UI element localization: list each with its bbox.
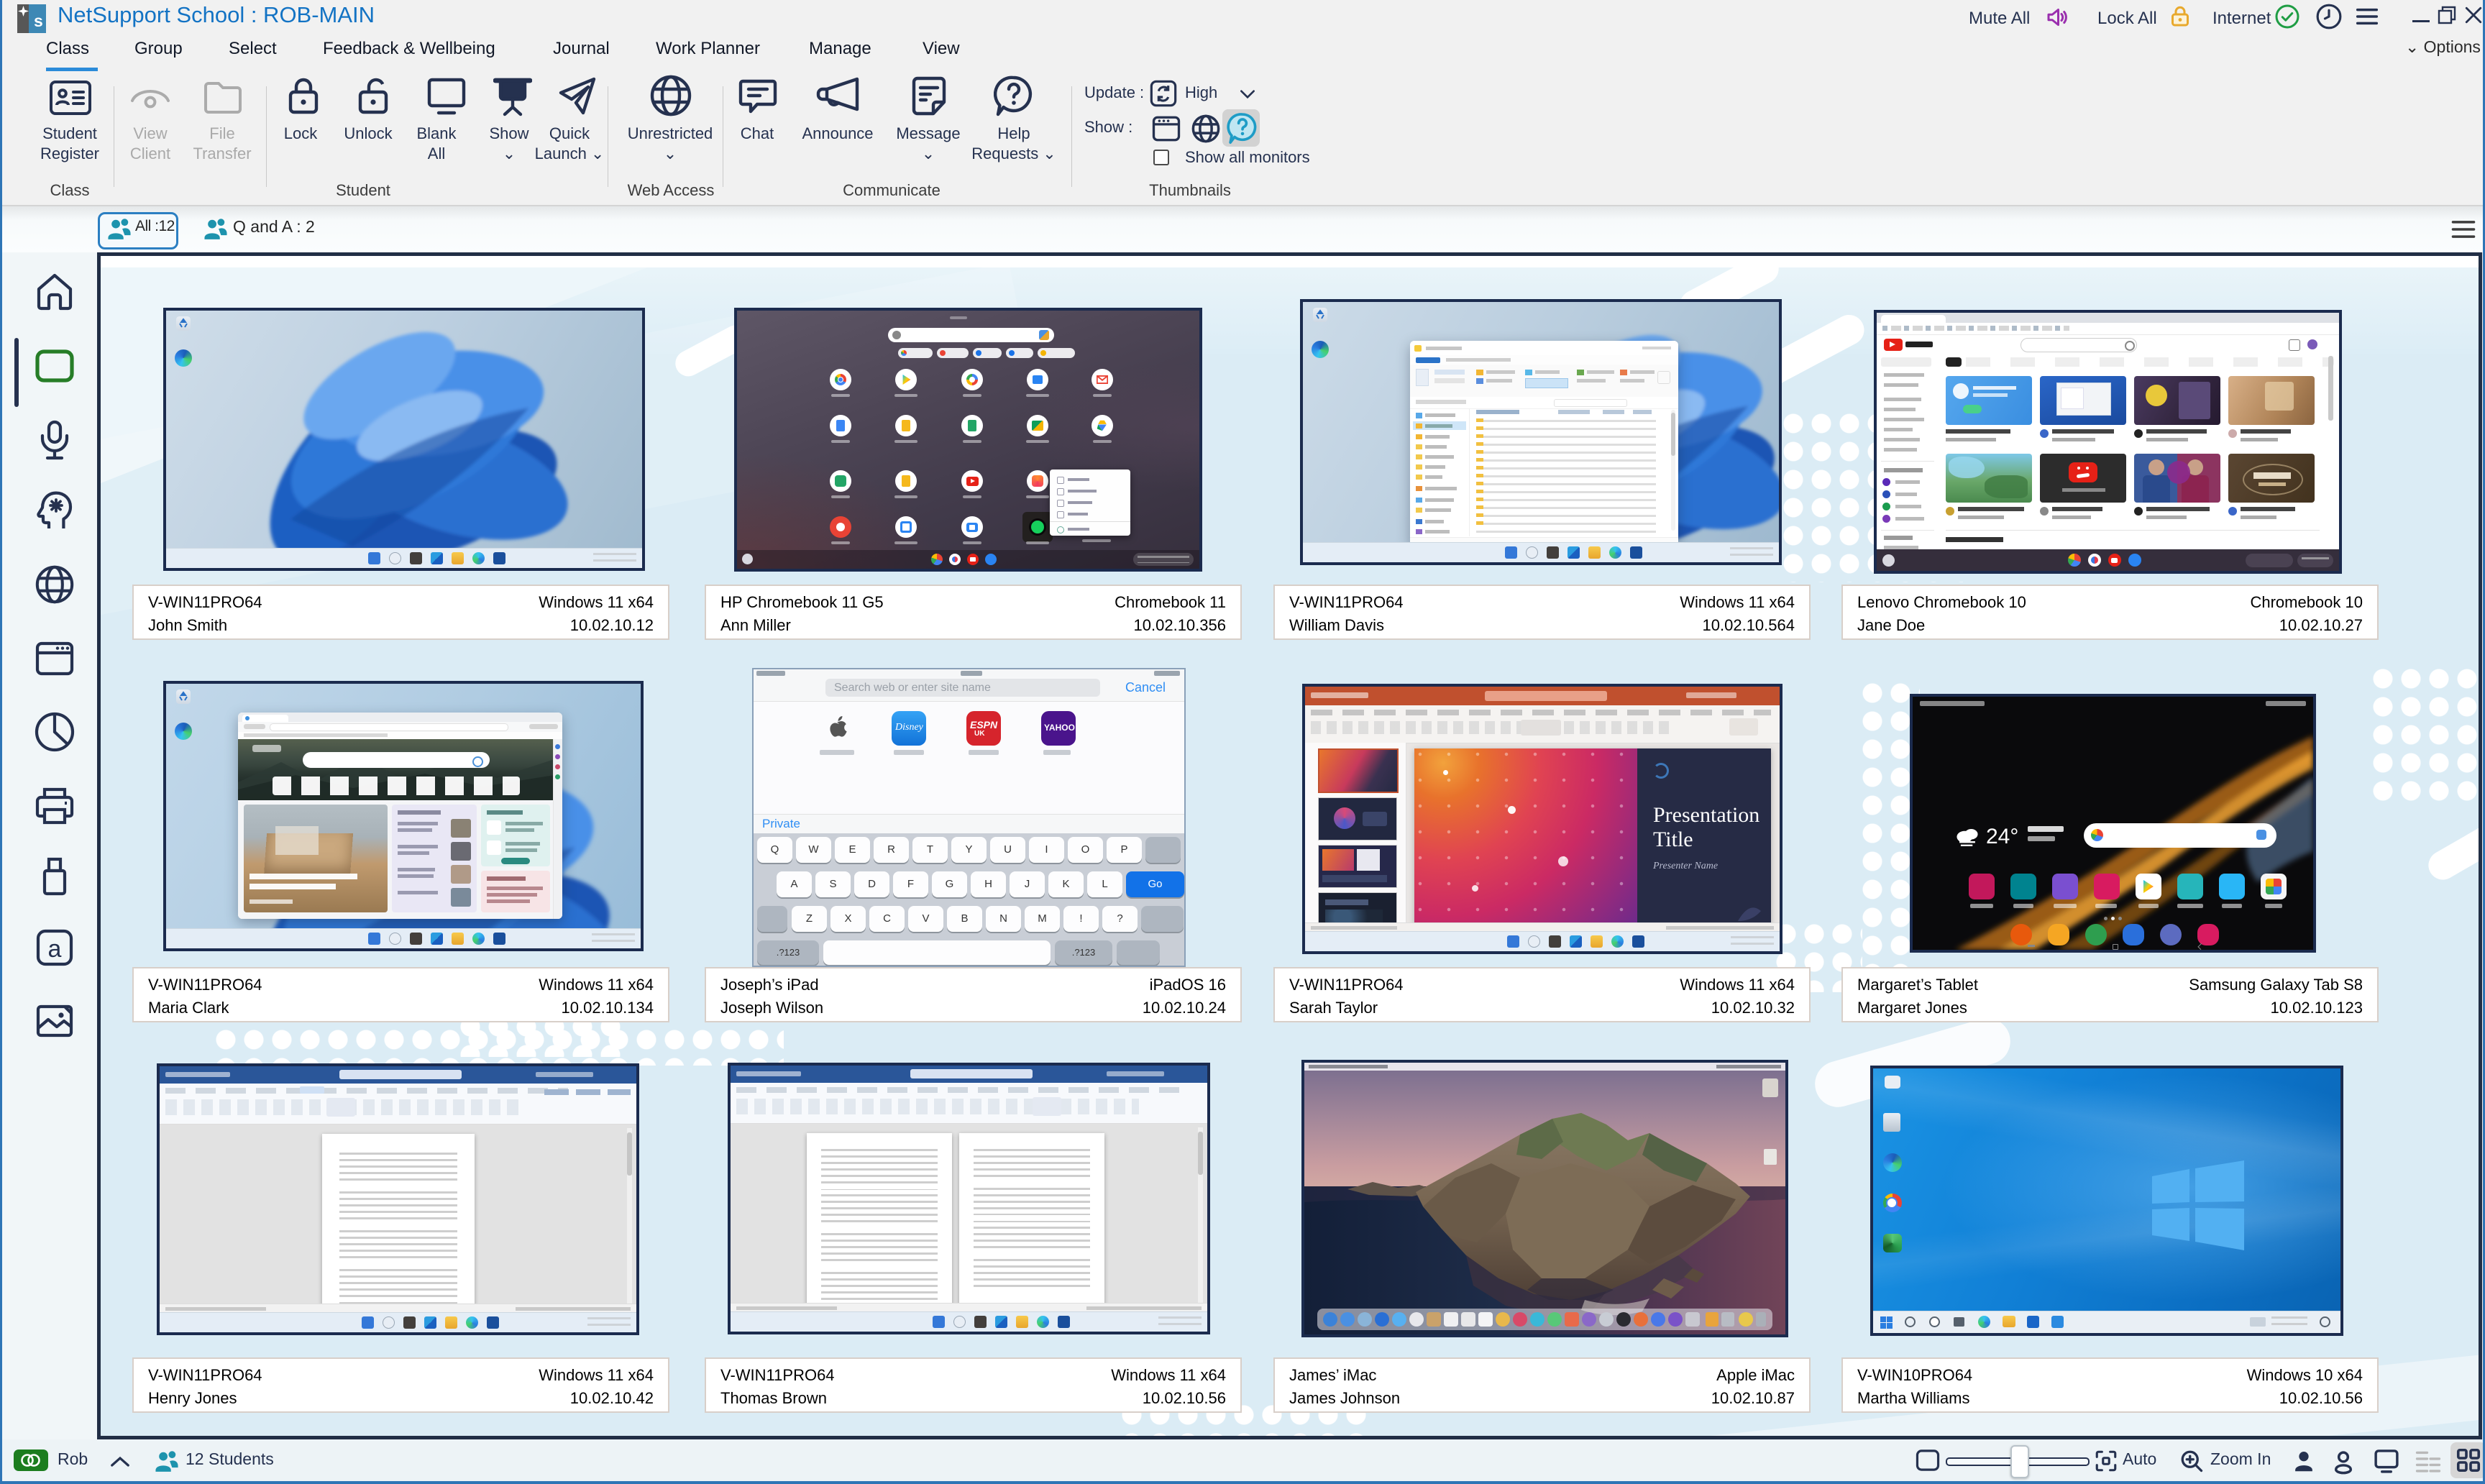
- svg-text:a: a: [48, 935, 62, 963]
